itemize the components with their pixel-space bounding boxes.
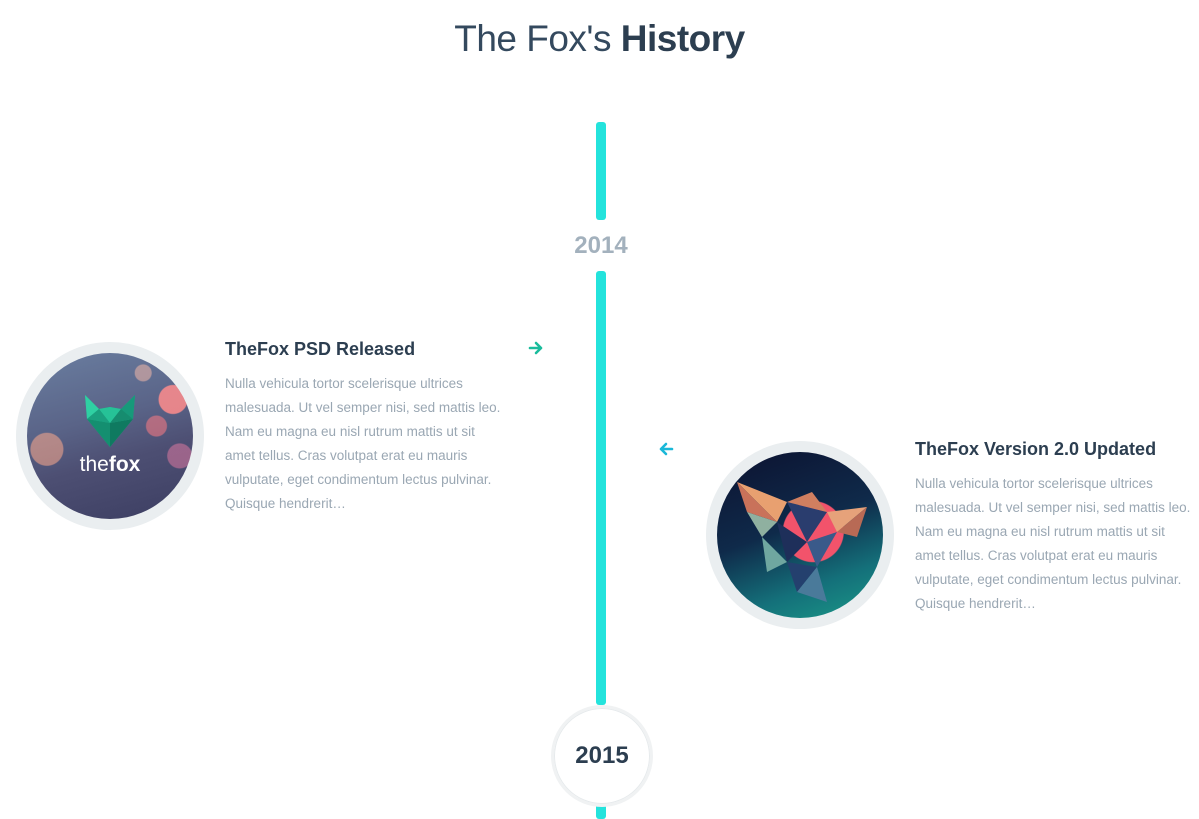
- page-title-bold: History: [620, 18, 745, 59]
- entry-image-ring[interactable]: thefox: [16, 342, 204, 530]
- wordmark-bold: fox: [108, 453, 141, 476]
- thefox-logo-image: thefox: [27, 353, 193, 519]
- fox-head-icon: [85, 395, 135, 447]
- arrow-right-icon: [528, 341, 543, 355]
- entry-image-ring[interactable]: [706, 441, 894, 629]
- history-section: The Fox's History 2014 2015 thefox TheFo…: [0, 0, 1199, 819]
- arrow-left-icon: [659, 442, 674, 456]
- timeline-line: [596, 271, 606, 705]
- page-title: The Fox's History: [0, 14, 1199, 64]
- entry-title[interactable]: TheFox Version 2.0 Updated: [915, 437, 1195, 461]
- thefox-wordmark: thefox: [27, 453, 193, 477]
- entry-body: Nulla vehicula tortor scelerisque ultric…: [225, 376, 501, 511]
- entry-body: Nulla vehicula tortor scelerisque ultric…: [915, 476, 1191, 611]
- timeline-line: [596, 122, 606, 220]
- polygon-bird-icon: [737, 482, 867, 602]
- year-label-2014: 2014: [574, 232, 628, 259]
- year-badge-2015[interactable]: 2015: [551, 705, 653, 807]
- wordmark-light: the: [79, 453, 109, 476]
- entry-title[interactable]: TheFox PSD Released: [225, 337, 545, 361]
- year-label-2015: 2015: [575, 742, 629, 769]
- polygon-art-image: [717, 452, 883, 618]
- page-title-light: The Fox's: [454, 18, 611, 59]
